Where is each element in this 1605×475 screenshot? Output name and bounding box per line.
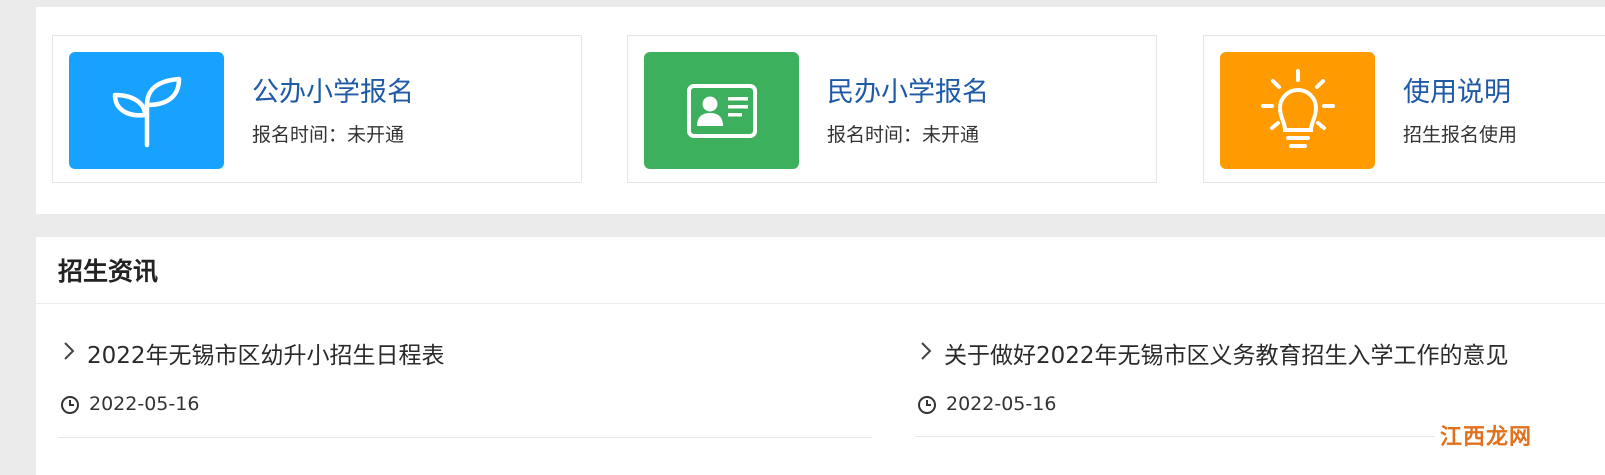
clock-icon (918, 396, 936, 414)
watermark-logo: 江西龙网 (1436, 417, 1536, 453)
card-title[interactable]: 民办小学报名 (827, 70, 989, 109)
sprout-icon (112, 76, 181, 147)
card-tile-private[interactable] (644, 52, 799, 169)
card-title[interactable]: 使用说明 (1403, 70, 1511, 109)
news-item[interactable]: 2022年无锡市区幼升小招生日程表 2022-05-16 (58, 333, 872, 438)
card-tile-public[interactable] (69, 52, 224, 169)
card-private-primary[interactable]: 民办小学报名 报名时间：未开通 (627, 35, 1157, 183)
id-card-icon (686, 83, 757, 138)
card-title[interactable]: 公办小学报名 (252, 70, 414, 109)
card-subtitle: 报名时间：未开通 (827, 124, 980, 146)
news-header: 招生资讯 (36, 237, 1605, 304)
lightbulb-icon (1260, 68, 1335, 148)
card-public-primary[interactable]: 公办小学报名 报名时间：未开通 (52, 35, 582, 183)
clock-icon (61, 396, 79, 414)
chevron-right-icon (921, 342, 932, 360)
registration-panel: 公办小学报名 报名时间：未开通 民办小学报名 报名时间：未开通 使用说明 招生报… (36, 7, 1605, 214)
card-instructions[interactable]: 使用说明 招生报名使用 (1203, 35, 1605, 183)
news-date: 2022-05-16 (89, 393, 200, 415)
news-heading: 招生资讯 (58, 257, 159, 286)
card-subtitle: 招生报名使用 (1403, 124, 1518, 146)
news-title-link[interactable]: 2022年无锡市区幼升小招生日程表 (87, 336, 445, 370)
divider (915, 436, 1435, 437)
news-title-link[interactable]: 关于做好2022年无锡市区义务教育招生入学工作的意见 (944, 336, 1509, 370)
card-subtitle: 报名时间：未开通 (252, 124, 405, 146)
news-date: 2022-05-16 (946, 393, 1057, 415)
card-tile-instructions[interactable] (1220, 52, 1375, 169)
news-panel: 招生资讯 2022年无锡市区幼升小招生日程表 2022-05-16 关于做好20… (36, 237, 1605, 475)
chevron-right-icon (64, 342, 75, 360)
